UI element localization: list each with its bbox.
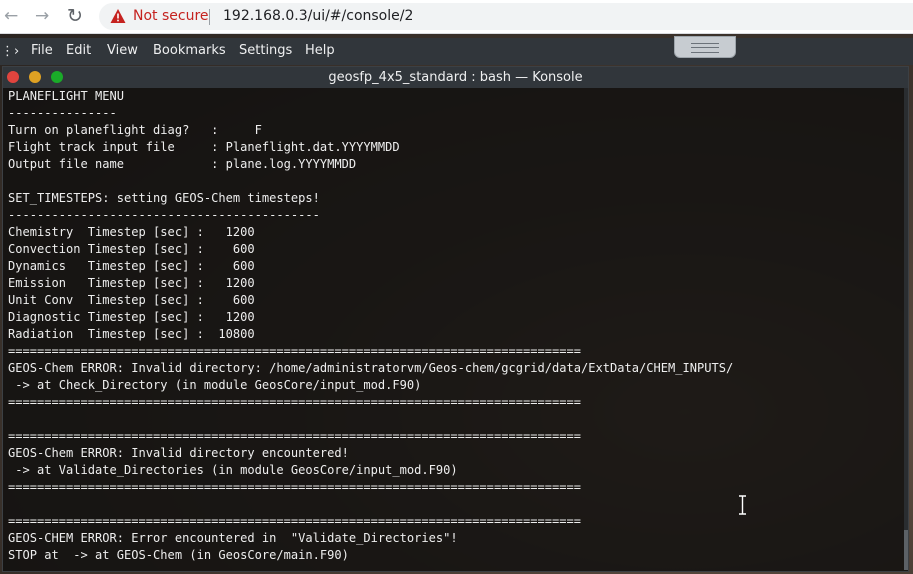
terminal-line: -> at Check_Directory (in module GeosCor… <box>8 378 422 392</box>
window-titlebar[interactable]: geosfp_4x5_standard : bash — Konsole <box>3 67 908 88</box>
terminal-line: GEOS-Chem ERROR: Invalid directory: /hom… <box>8 361 734 375</box>
panel-handle[interactable] <box>674 36 736 58</box>
terminal-line: GEOS-CHEM ERROR: Error encountered in "V… <box>8 531 458 545</box>
terminal-line: Unit Conv Timestep [sec] : 600 <box>8 293 255 307</box>
text-cursor-icon <box>739 495 746 515</box>
konsole-window: geosfp_4x5_standard : bash — Konsole PLA… <box>2 66 909 572</box>
terminal-scrollbar[interactable] <box>904 88 908 570</box>
terminal-line: Dynamics Timestep [sec] : 600 <box>8 259 255 273</box>
divider <box>209 9 210 25</box>
terminal-line: ----------------------------------------… <box>8 208 320 222</box>
terminal-output[interactable]: PLANEFLIGHT MENU --------------- Turn on p… <box>8 88 903 570</box>
menu-file[interactable]: File <box>31 43 53 58</box>
terminal-line: PLANEFLIGHT MENU <box>8 89 125 103</box>
terminal-line: ========================================… <box>8 514 581 528</box>
handle-lines-icon <box>691 43 719 53</box>
reload-icon[interactable]: ↻ <box>67 6 83 26</box>
warning-icon <box>110 9 126 23</box>
terminal-line: Turn on planeflight diag? : F <box>8 123 262 137</box>
browser-toolbar: ← → ↻ Not secure 192.168.0.3/ui/#/consol… <box>0 0 913 34</box>
terminal-line: ========================================… <box>8 344 581 358</box>
terminal-line: Emission Timestep [sec] : 1200 <box>8 276 255 290</box>
menu-settings[interactable]: Settings <box>239 43 292 58</box>
terminal-line: ========================================… <box>8 429 581 443</box>
security-status[interactable]: Not secure <box>133 8 209 24</box>
terminal-line: --------------- <box>8 106 117 120</box>
terminal-line: -> at Validate_Directories (in module Ge… <box>8 463 458 477</box>
menu-help[interactable]: Help <box>305 43 335 58</box>
terminal-line: GEOS-Chem ERROR: Invalid directory encou… <box>8 446 349 460</box>
menu-bookmarks[interactable]: Bookmarks <box>153 43 226 58</box>
scrollbar-thumb[interactable] <box>904 530 908 570</box>
menu-view[interactable]: View <box>107 43 138 58</box>
konsole-menubar: ⋮› File Edit View Bookmarks Settings Hel… <box>0 38 913 65</box>
terminal-line: Diagnostic Timestep [sec] : 1200 <box>8 310 255 324</box>
terminal-line: Convection Timestep [sec] : 600 <box>8 242 255 256</box>
terminal-line: Radiation Timestep [sec] : 10800 <box>8 327 255 341</box>
window-title: geosfp_4x5_standard : bash — Konsole <box>328 70 583 85</box>
menu-edit[interactable]: Edit <box>66 43 91 58</box>
terminal-line: Chemistry Timestep [sec] : 1200 <box>8 225 255 239</box>
terminal-line: ========================================… <box>8 395 581 409</box>
arrow-left-icon[interactable]: ← <box>4 6 18 26</box>
terminal-line: Flight track input file : Planeflight.da… <box>8 140 400 154</box>
arrow-right-icon[interactable]: → <box>35 6 49 26</box>
url-text[interactable]: 192.168.0.3/ui/#/console/2 <box>223 8 413 24</box>
terminal-line: ========================================… <box>8 480 581 494</box>
terminal-line: Output file name : plane.log.YYYYMMDD <box>8 157 357 171</box>
terminal-line: SET_TIMESTEPS: setting GEOS-Chem timeste… <box>8 191 320 205</box>
terminal-line: STOP at -> at GEOS-Chem (in GeosCore/mai… <box>8 548 349 562</box>
address-bar[interactable]: Not secure 192.168.0.3/ui/#/console/2 <box>99 3 913 30</box>
grip-icon: ⋮› <box>1 44 20 59</box>
